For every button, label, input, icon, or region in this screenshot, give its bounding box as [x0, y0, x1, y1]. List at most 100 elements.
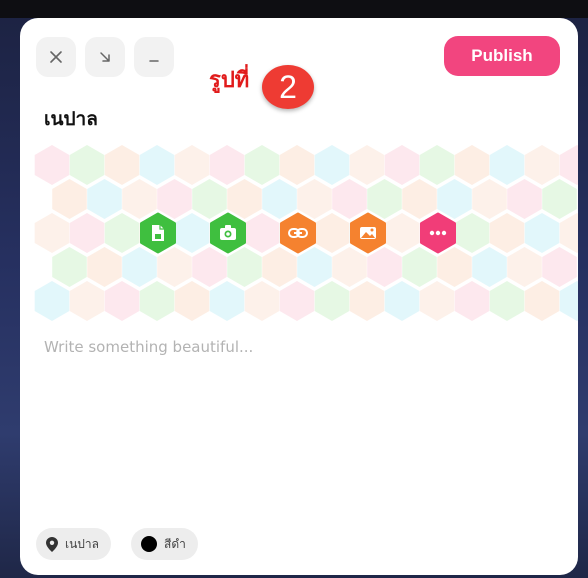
hex-cell	[157, 247, 192, 287]
hex-cell	[104, 281, 140, 321]
hex-cell	[349, 145, 385, 185]
hex-cell	[69, 145, 105, 185]
hex-cell	[69, 281, 105, 321]
hex-cell	[419, 281, 455, 321]
hex-cell	[402, 179, 437, 219]
hex-cell	[384, 281, 420, 321]
arrow-down-right-icon	[100, 52, 110, 62]
hex-cell	[244, 213, 280, 253]
annotation-label: รูปที่	[209, 68, 250, 93]
hex-cell	[139, 281, 175, 321]
hex-cell	[559, 145, 578, 185]
hex-cell	[174, 145, 210, 185]
hex-cell	[489, 213, 525, 253]
hex-cell	[367, 247, 402, 287]
hex-cell	[262, 247, 297, 287]
minimize-button[interactable]	[134, 37, 174, 77]
image-icon	[360, 227, 376, 239]
post-body-input[interactable]	[42, 336, 556, 510]
hex-cell	[542, 179, 577, 219]
hex-cell	[437, 247, 472, 287]
hex-grid	[34, 145, 578, 321]
hex-cell	[384, 213, 420, 253]
hex-cell	[314, 145, 350, 185]
hex-cell	[314, 213, 350, 253]
hex-cell	[104, 145, 140, 185]
attach-file-button[interactable]	[140, 212, 176, 254]
color-dot-icon	[141, 536, 157, 552]
hex-cell	[489, 145, 525, 185]
hex-cell	[437, 179, 472, 219]
hex-cell	[262, 179, 297, 219]
hex-cell	[349, 281, 385, 321]
hex-cell	[279, 281, 315, 321]
hex-cell	[122, 247, 157, 287]
hex-cell	[122, 179, 157, 219]
location-pin-icon	[46, 536, 58, 552]
color-chip-label: สีดำ	[164, 536, 186, 551]
hex-cell	[332, 247, 367, 287]
hex-cell	[559, 281, 578, 321]
location-chip-label: เนปาล	[65, 536, 100, 551]
hex-cell	[157, 179, 192, 219]
hex-cell	[559, 213, 578, 253]
hex-cell	[524, 145, 560, 185]
location-chip[interactable]: เนปาล	[36, 528, 112, 560]
hex-cell	[402, 247, 437, 287]
expand-button[interactable]	[85, 37, 125, 77]
hex-cell	[542, 247, 577, 287]
hex-cell	[87, 247, 122, 287]
hex-cell	[297, 247, 332, 287]
hex-cell	[52, 247, 87, 287]
post-title: เนปาล	[44, 108, 98, 130]
hex-cell	[454, 281, 490, 321]
minimize-icon	[149, 60, 159, 62]
hex-cell	[489, 281, 525, 321]
hex-cell	[34, 281, 70, 321]
hex-cell	[454, 145, 490, 185]
hex-cell	[367, 179, 402, 219]
hex-cell	[524, 281, 560, 321]
add-link-button[interactable]	[280, 212, 316, 254]
hex-cell	[104, 213, 140, 253]
hex-cell	[332, 179, 367, 219]
more-button[interactable]	[420, 212, 456, 254]
media-toolbar	[20, 138, 578, 338]
post-editor-card: Publish รูปที่ 2 เนปาล Write something b…	[20, 18, 578, 575]
hex-cell	[34, 213, 70, 253]
hex-cell	[87, 179, 122, 219]
hex-cell	[192, 247, 227, 287]
hex-cell	[472, 247, 507, 287]
close-icon	[50, 51, 62, 63]
hex-cell	[524, 213, 560, 253]
add-photo-button[interactable]	[210, 212, 246, 254]
hex-cell	[227, 247, 262, 287]
more-icon	[429, 230, 447, 236]
hex-cell	[174, 213, 210, 253]
file-icon	[152, 225, 164, 241]
top-band	[0, 0, 588, 18]
hex-cell	[279, 145, 315, 185]
hex-cell	[244, 145, 280, 185]
hex-cell	[52, 179, 87, 219]
hex-cell	[174, 281, 210, 321]
hex-cell	[507, 247, 542, 287]
annotation-number-badge: 2	[262, 65, 314, 109]
hex-cell	[192, 179, 227, 219]
hex-cell	[244, 281, 280, 321]
hex-cell	[69, 213, 105, 253]
add-image-button[interactable]	[350, 212, 386, 254]
publish-button[interactable]: Publish	[444, 36, 560, 76]
hex-cell	[34, 145, 70, 185]
hex-cell	[472, 179, 507, 219]
hex-cell	[209, 281, 245, 321]
hex-cell	[384, 145, 420, 185]
hex-cell	[419, 145, 455, 185]
hex-cell	[139, 145, 175, 185]
hex-cell	[227, 179, 262, 219]
hex-cell	[507, 179, 542, 219]
close-button[interactable]	[36, 37, 76, 77]
hex-cell	[314, 281, 350, 321]
hex-cell	[297, 179, 332, 219]
color-chip[interactable]: สีดำ	[131, 528, 198, 560]
